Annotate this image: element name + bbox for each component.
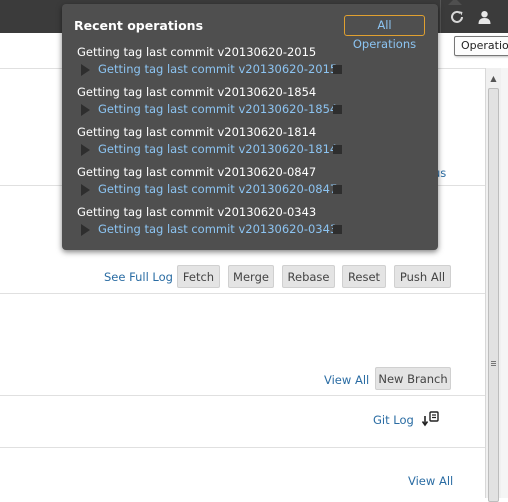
rebase-button[interactable]: Rebase [282, 265, 335, 288]
toolbar-divider [440, 0, 441, 33]
operation-item: Getting tag last commit v20130620-0847 G… [77, 165, 427, 199]
operation-link[interactable]: Getting tag last commit v20130620-0343 [98, 222, 337, 236]
view-all-link[interactable]: View All [408, 474, 453, 488]
new-branch-button[interactable]: New Branch [375, 367, 451, 390]
operation-title: Getting tag last commit v20130620-1814 [77, 125, 317, 139]
play-icon[interactable] [81, 144, 90, 156]
divider [0, 395, 485, 396]
operation-link[interactable]: Getting tag last commit v20130620-2015 [98, 62, 337, 76]
recent-operations-popover: Recent operations All Operations Getting… [62, 4, 438, 250]
grip-icon [491, 361, 496, 362]
scrollbar[interactable]: ▲ [485, 68, 501, 502]
git-log-link[interactable]: Git Log [373, 413, 414, 427]
operation-title: Getting tag last commit v20130620-0343 [77, 205, 317, 219]
merge-button[interactable]: Merge [228, 265, 274, 288]
operation-item: Getting tag last commit v20130620-1854 G… [77, 85, 427, 119]
operation-title: Getting tag last commit v20130620-2015 [77, 45, 317, 59]
divider [0, 293, 485, 294]
view-all-branches-link[interactable]: View All [324, 373, 369, 387]
stop-icon[interactable] [333, 225, 342, 234]
operation-item: Getting tag last commit v20130620-0343 G… [77, 205, 427, 239]
operation-item: Getting tag last commit v20130620-2015 G… [77, 45, 427, 79]
scrollbar-thumb[interactable] [488, 88, 499, 502]
all-operations-button[interactable]: All Operations [344, 15, 425, 51]
popover-title: Recent operations [74, 18, 204, 33]
play-icon[interactable] [81, 104, 90, 116]
reset-button[interactable]: Reset [342, 265, 386, 288]
push-all-button[interactable]: Push All [394, 265, 451, 288]
divider [0, 447, 485, 448]
user-icon[interactable] [473, 6, 495, 28]
scroll-up-arrow-icon[interactable]: ▲ [486, 70, 501, 86]
operation-item: Getting tag last commit v20130620-1814 G… [77, 125, 427, 159]
stop-icon[interactable] [333, 105, 342, 114]
popover-arrow [448, 0, 462, 5]
refresh-icon[interactable] [446, 6, 468, 28]
play-icon[interactable] [81, 64, 90, 76]
git-log-icon[interactable] [421, 409, 441, 429]
see-full-log-link[interactable]: See Full Log [104, 270, 173, 284]
stop-icon[interactable] [333, 185, 342, 194]
stop-icon[interactable] [333, 145, 342, 154]
window-edge [501, 68, 508, 498]
operations-tooltip: Operations [454, 36, 508, 56]
play-icon[interactable] [81, 184, 90, 196]
operation-title: Getting tag last commit v20130620-0847 [77, 165, 317, 179]
fetch-button[interactable]: Fetch [177, 265, 220, 288]
play-icon[interactable] [81, 224, 90, 236]
stop-icon[interactable] [333, 65, 342, 74]
operation-link[interactable]: Getting tag last commit v20130620-1854 [98, 102, 337, 116]
operation-link[interactable]: Getting tag last commit v20130620-0847 [98, 182, 337, 196]
operation-link[interactable]: Getting tag last commit v20130620-1814 [98, 142, 337, 156]
operation-title: Getting tag last commit v20130620-1854 [77, 85, 317, 99]
